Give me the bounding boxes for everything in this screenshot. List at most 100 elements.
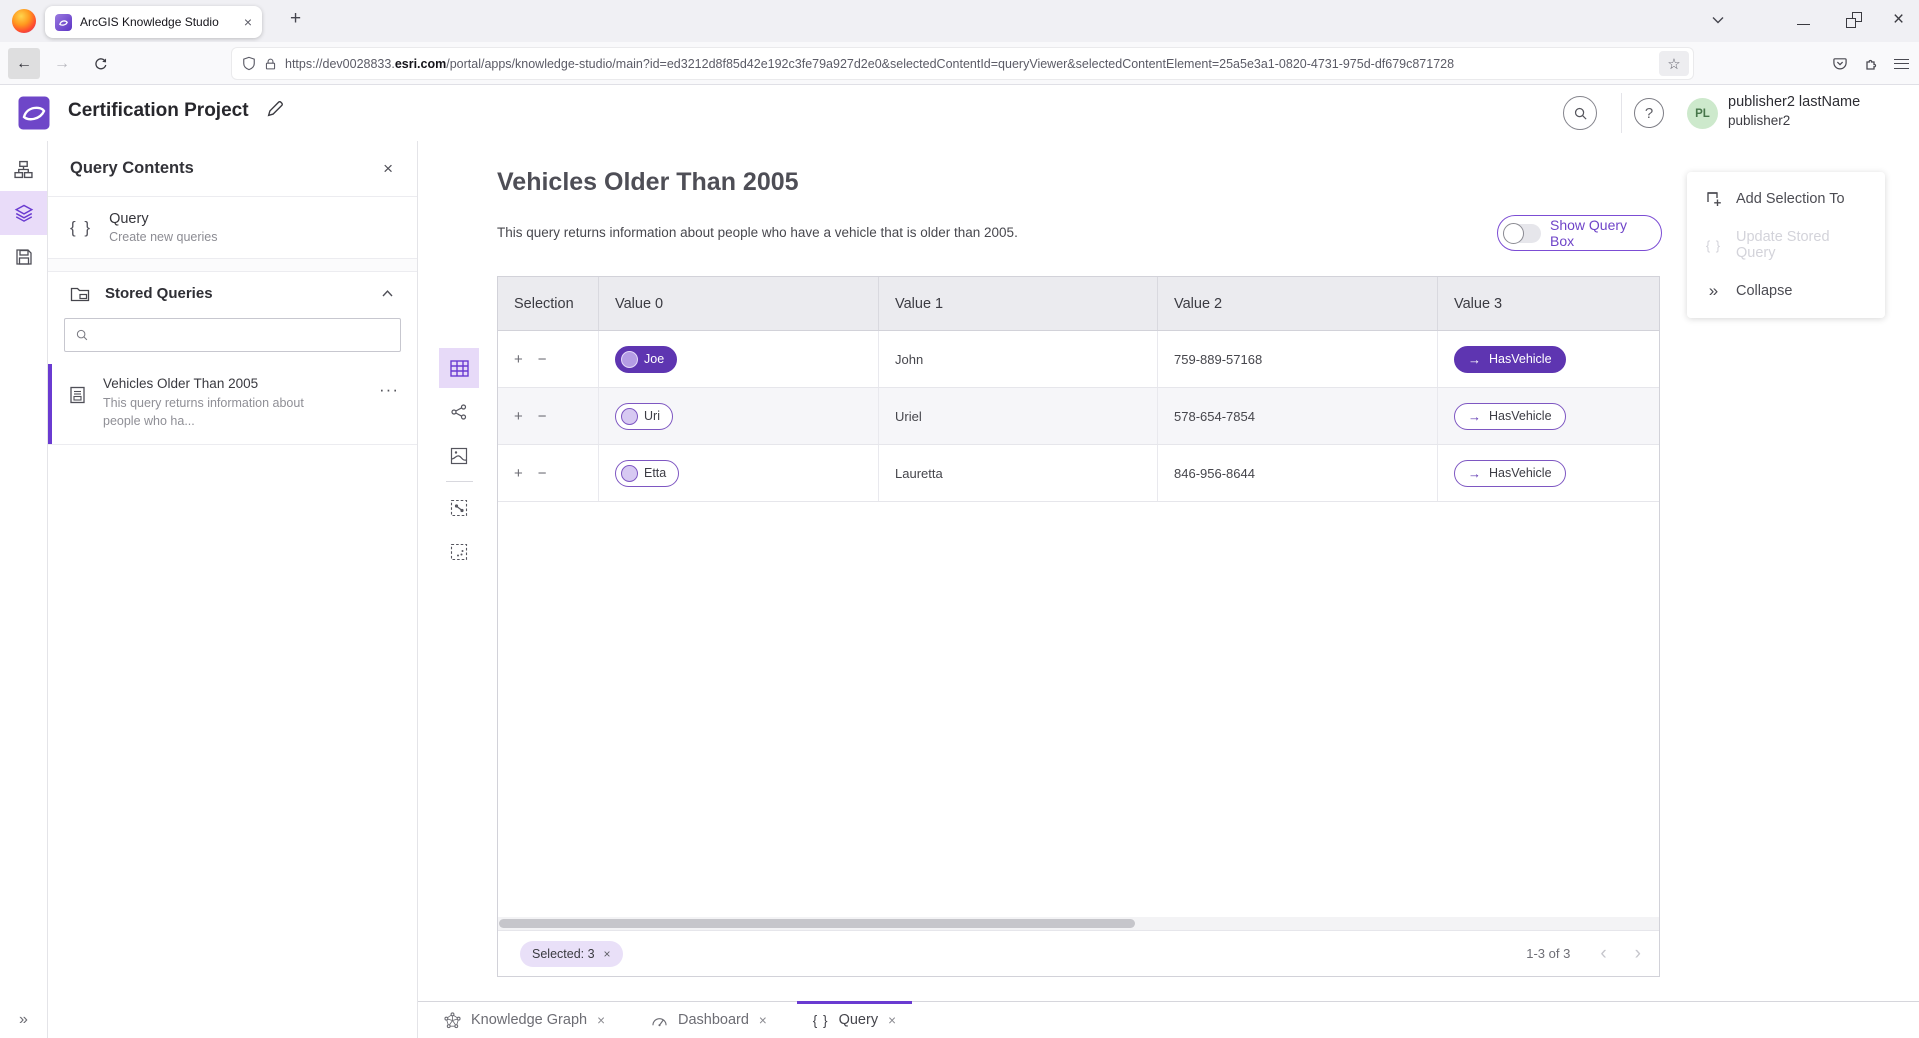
save-icon[interactable] [0,235,47,279]
page-range-label: 1-3 of 3 [1526,946,1570,961]
cell-value1[interactable]: John [879,331,1158,387]
project-title: Certification Project [68,100,249,122]
horizontal-scrollbar[interactable] [498,917,1659,930]
select-area-button[interactable] [439,532,479,572]
pocket-icon[interactable] [1832,56,1848,71]
map-view-button[interactable] [439,436,479,476]
cell-value2[interactable]: 846-956-8644 [1158,445,1438,501]
previous-page-icon[interactable]: ‹ [1600,944,1606,963]
remove-from-selection-icon[interactable]: − [538,351,547,368]
entity-pill[interactable]: Etta [615,460,679,487]
toolstrip-divider [446,481,473,482]
browser-tab-title: ArcGIS Knowledge Studio [80,15,236,29]
menu-item-collapse[interactable]: » Collapse [1687,268,1885,314]
query-item-subtitle: Create new queries [109,230,217,244]
remove-from-selection-icon[interactable]: − [538,465,547,482]
toggle-switch[interactable] [1504,224,1541,243]
show-query-box-toggle[interactable]: Show Query Box [1497,215,1662,251]
bookmark-star-icon[interactable]: ☆ [1659,51,1689,76]
link-chart-button[interactable] [439,392,479,432]
url-bar[interactable]: https://dev0028833.esri.com/portal/apps/… [232,48,1693,79]
add-to-selection-icon[interactable]: + [514,351,523,368]
show-query-box-label: Show Query Box [1550,217,1653,249]
close-tab-icon[interactable]: × [597,1013,605,1028]
menu-hamburger-icon[interactable] [1894,59,1909,69]
window-close-button[interactable]: × [1893,9,1904,31]
selected-count-chip[interactable]: Selected: 3 × [520,941,623,967]
user-avatar[interactable]: PL [1687,98,1718,129]
braces-icon: { } [1704,238,1723,253]
firefox-logo-icon[interactable] [12,9,36,33]
window-restore-button[interactable] [1846,12,1862,28]
cell-value2[interactable]: 578-654-7854 [1158,388,1438,444]
column-header-selection[interactable]: Selection [498,277,599,330]
tracking-shield-icon[interactable] [242,56,256,71]
column-header-value2[interactable]: Value 2 [1158,277,1438,330]
back-button[interactable]: ← [8,48,40,79]
column-header-value1[interactable]: Value 1 [879,277,1158,330]
reload-button[interactable] [84,48,116,79]
help-button[interactable]: ? [1634,98,1664,128]
menu-item-update-stored-query[interactable]: { } Update Stored Query [1687,222,1885,268]
window-minimize-button[interactable] [1797,24,1810,25]
user-info[interactable]: publisher2 lastName publisher2 [1728,93,1860,129]
stored-queries-header[interactable]: Stored Queries [48,272,417,314]
panel-close-icon[interactable]: × [383,159,393,179]
table-row[interactable]: + − Etta Lauretta 846-956-8644 →HasVehic… [498,445,1659,502]
next-page-icon[interactable]: › [1635,944,1641,963]
close-tab-icon[interactable]: × [759,1013,767,1028]
tab-dashboard[interactable]: Dashboard × [635,1002,783,1038]
table-row[interactable]: + − Joe John 759-889-57168 →HasVehicle [498,331,1659,388]
table-row[interactable]: + − Uri Uriel 578-654-7854 →HasVehicle [498,388,1659,445]
url-text[interactable]: https://dev0028833.esri.com/portal/apps/… [285,57,1651,71]
remove-from-selection-icon[interactable]: − [538,408,547,425]
entity-pill[interactable]: Uri [615,403,673,430]
expand-rail-icon[interactable]: » [0,1006,47,1034]
list-tabs-chevron-icon[interactable] [1712,16,1724,24]
left-rail: » [0,141,48,1038]
stored-queries-search-input[interactable] [64,318,401,352]
relationship-pill[interactable]: →HasVehicle [1454,346,1566,373]
entity-pill[interactable]: Joe [615,346,677,373]
arrow-right-icon: → [1468,409,1481,424]
add-to-selection-icon[interactable]: + [514,465,523,482]
forward-button[interactable]: → [46,48,78,79]
tab-close-icon[interactable]: × [244,15,252,29]
stored-query-item[interactable]: Vehicles Older Than 2005 This query retu… [48,364,417,445]
layers-icon[interactable] [0,191,47,235]
browser-tab[interactable]: ArcGIS Knowledge Studio × [45,6,262,38]
cell-value1[interactable]: Uriel [879,388,1158,444]
header-divider [1621,93,1622,133]
lock-icon[interactable] [264,57,277,71]
braces-icon: { } [70,218,92,238]
more-options-icon[interactable]: ··· [379,380,399,400]
cell-value2[interactable]: 759-889-57168 [1158,331,1438,387]
tab-query[interactable]: { } Query × [797,1002,912,1038]
edit-title-pencil-icon[interactable] [266,99,285,118]
stored-query-doc-icon [69,386,86,404]
stored-query-title: Vehicles Older Than 2005 [103,376,397,391]
menu-item-add-selection-to[interactable]: Add Selection To [1687,176,1885,222]
extensions-puzzle-icon[interactable] [1863,56,1879,72]
query-item[interactable]: { } Query Create new queries [48,197,417,259]
new-tab-button[interactable]: + [290,8,301,30]
data-model-icon[interactable] [0,147,47,191]
scrollbar-thumb[interactable] [499,919,1135,928]
collapse-section-chevron-icon[interactable] [382,290,393,297]
query-result-title: Vehicles Older Than 2005 [497,168,799,197]
select-on-link-chart-button[interactable] [439,488,479,528]
header-search-button[interactable] [1563,96,1597,130]
relationship-pill[interactable]: →HasVehicle [1454,460,1566,487]
close-tab-icon[interactable]: × [888,1013,896,1028]
arrow-right-icon: → [1468,352,1481,367]
relationship-pill[interactable]: →HasVehicle [1454,403,1566,430]
add-to-selection-icon[interactable]: + [514,408,523,425]
pagination: 1-3 of 3 ‹ › [1526,944,1641,963]
column-header-value0[interactable]: Value 0 [599,277,879,330]
column-header-value3[interactable]: Value 3 [1438,277,1659,330]
clear-selection-icon[interactable]: × [604,947,611,961]
table-header-row: Selection Value 0 Value 1 Value 2 Value … [498,277,1659,331]
cell-value1[interactable]: Lauretta [879,445,1158,501]
tab-knowledge-graph[interactable]: Knowledge Graph × [428,1002,621,1038]
table-view-button[interactable] [439,348,479,388]
